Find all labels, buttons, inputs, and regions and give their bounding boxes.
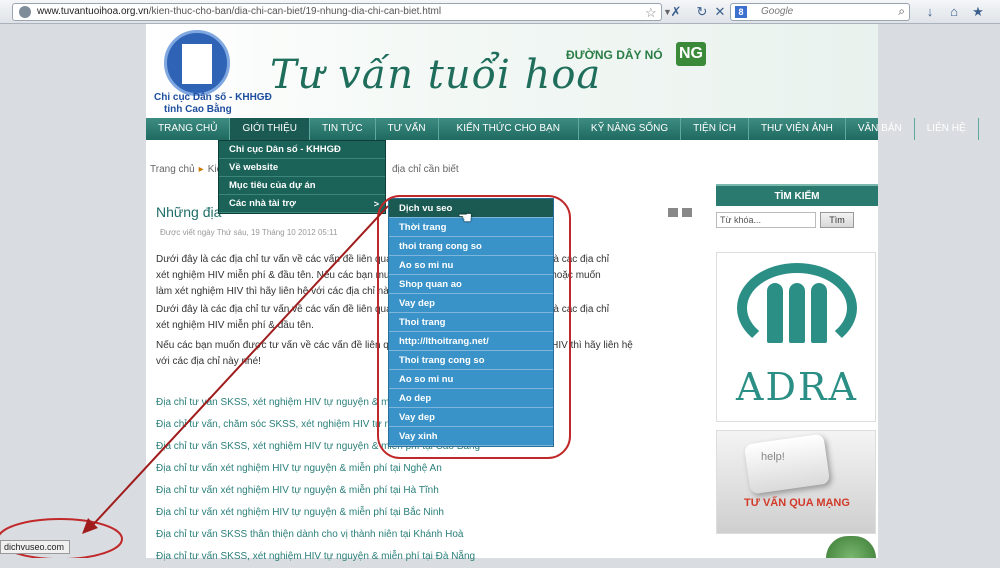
globe-icon	[826, 536, 876, 558]
print-icon[interactable]	[668, 208, 678, 217]
help-key-text: help!	[761, 451, 785, 463]
reload-icon[interactable]: ✗	[668, 4, 684, 20]
nav-item-about[interactable]: GIỚI THIỆU	[230, 118, 310, 140]
dropdown-item[interactable]: Chi cục Dân số - KHHGĐ	[219, 141, 385, 159]
submenu-item[interactable]: Thoi trang	[389, 313, 553, 332]
banner: Chi cục Dân số - KHHGĐ tỉnh Cao Bằng Tư …	[146, 24, 878, 118]
refresh-icon[interactable]: ↻	[694, 4, 710, 20]
submenu-item[interactable]: Shop quan ao	[389, 275, 553, 294]
annotation-arrowhead-icon	[82, 518, 98, 534]
breadcrumb-separator-icon: ▸	[198, 164, 204, 175]
home-icon[interactable]: ⌂	[946, 4, 962, 20]
main-nav: TRANG CHỦ GIỚI THIỆU TIN TỨC TƯ VẤN KIẾN…	[146, 118, 979, 140]
submenu-item[interactable]: thoi trang cong so	[389, 237, 553, 256]
nav-item-documents[interactable]: VĂN BẢN	[846, 118, 915, 140]
adra-figure-icon	[789, 283, 805, 343]
adra-figure-icon	[767, 283, 783, 343]
nav-item-life-skills[interactable]: KỸ NĂNG SỐNG	[579, 118, 682, 140]
article-date: Được viết ngày Thứ sáu, 19 Tháng 10 2012…	[160, 228, 338, 237]
search-engine-icon[interactable]: 8	[735, 6, 747, 18]
nav-item-contact[interactable]: LIÊN HỆ	[915, 118, 979, 140]
site-title: Tư vấn tuổi hoa	[270, 52, 602, 98]
submenu-item[interactable]: Vay dep	[389, 294, 553, 313]
address-link[interactable]: Địa chỉ tư vấn xét nghiệm HIV tự nguyện …	[156, 480, 696, 502]
email-icon[interactable]	[682, 208, 692, 217]
url-text: www.tuvantuoihoa.org.vn/kien-thuc-cho-ba…	[37, 6, 442, 17]
breadcrumb-current: địa chỉ cần biết	[392, 164, 459, 175]
breadcrumb-home[interactable]: Trang chủ	[150, 164, 195, 175]
logo-text-line2: tỉnh Cao Bằng	[164, 104, 232, 115]
adra-banner[interactable]: ADRA	[716, 252, 876, 422]
hotline-label: ĐƯỜNG DÂY NÓ	[566, 48, 663, 62]
online-consult-banner[interactable]: help! TƯ VẤN QUA MẠNG	[716, 430, 876, 534]
address-link[interactable]: Địa chỉ tư vấn SKSS, xét nghiệm HIV tự n…	[156, 546, 696, 568]
nav-item-knowledge[interactable]: KIẾN THỨC CHO BẠN	[439, 118, 579, 140]
submenu-item[interactable]: Vay xinh	[389, 427, 553, 446]
submenu-item[interactable]: Ao so mi nu	[389, 256, 553, 275]
online-consult-label: TƯ VẤN QUA MẠNG	[744, 497, 850, 509]
bookmarks-icon[interactable]: ★	[970, 4, 986, 20]
adra-logo-text: ADRA	[736, 365, 858, 409]
about-dropdown-menu: Chi cục Dân số - KHHGĐ Về website Mục ti…	[218, 140, 386, 214]
article-tools	[668, 208, 698, 218]
logo-text-line1: Chi cục Dân số - KHHGĐ	[154, 92, 272, 103]
submenu-item[interactable]: Ao dep	[389, 389, 553, 408]
hand-cursor-icon: ☚	[458, 210, 473, 227]
search-placeholder: Google	[761, 6, 794, 17]
logo-figure-icon	[182, 44, 212, 84]
search-bar[interactable]: 8 Google ⌕	[730, 3, 910, 21]
keyboard-key-icon	[743, 433, 831, 495]
submenu-item[interactable]: Ao so mi nu	[389, 370, 553, 389]
dropdown-item[interactable]: Mục tiêu của dự án	[219, 177, 385, 195]
breadcrumb: Trang chủ ▸ Kiế	[150, 164, 222, 175]
nav-item-news[interactable]: TIN TỨC	[310, 118, 376, 140]
dropdown-item-sponsors[interactable]: Các nhà tài trợ >	[219, 195, 385, 213]
site-identity-icon[interactable]	[19, 6, 31, 18]
address-link[interactable]: Địa chỉ tư vấn xét nghiệm HIV tự nguyện …	[156, 458, 696, 480]
nav-item-gallery[interactable]: THƯ VIỆN ẢNH	[749, 118, 846, 140]
submenu-item[interactable]: http://lthoitrang.net/	[389, 332, 553, 351]
home-x-icon[interactable]: ✕	[712, 4, 728, 20]
search-icon[interactable]: ⌕	[898, 4, 905, 19]
star-icon[interactable]: ☆	[645, 5, 657, 21]
status-bar-url: dichvuseo.com	[0, 540, 70, 554]
nav-item-home[interactable]: TRANG CHỦ	[146, 118, 231, 140]
hotline-badge: NG	[676, 42, 706, 66]
adra-figure-icon	[811, 283, 827, 343]
submenu-item[interactable]: Thoi trang cong so	[389, 351, 553, 370]
submenu-arrow-icon: >	[373, 199, 379, 209]
sidebar-search-button[interactable]: Tìm	[820, 212, 854, 228]
download-icon[interactable]: ↓	[922, 4, 938, 20]
address-link[interactable]: Địa chỉ tư vấn SKSS thân thiện dành cho …	[156, 524, 696, 546]
nav-item-utilities[interactable]: TIỆN ÍCH	[681, 118, 749, 140]
article-title: Những địa	[156, 204, 222, 220]
submenu-item[interactable]: Vay dep	[389, 408, 553, 427]
address-link[interactable]: Địa chỉ tư vấn xét nghiệm HIV tự nguyện …	[156, 502, 696, 524]
sidebar-search-input[interactable]: Từ khóa...	[716, 212, 816, 228]
dropdown-item[interactable]: Về website	[219, 159, 385, 177]
address-bar[interactable]: www.tuvantuoihoa.org.vn/kien-thuc-cho-ba…	[12, 3, 672, 21]
browser-toolbar: www.tuvantuoihoa.org.vn/kien-thuc-cho-ba…	[0, 0, 1000, 24]
nav-item-consult[interactable]: TƯ VẤN	[376, 118, 439, 140]
logo[interactable]: Chi cục Dân số - KHHGĐ tỉnh Cao Bằng	[154, 30, 272, 115]
sponsors-submenu: Dịch vu seo Thời trang thoi trang cong s…	[388, 198, 554, 447]
sidebar-search-heading: TÌM KIẾM	[716, 184, 878, 206]
